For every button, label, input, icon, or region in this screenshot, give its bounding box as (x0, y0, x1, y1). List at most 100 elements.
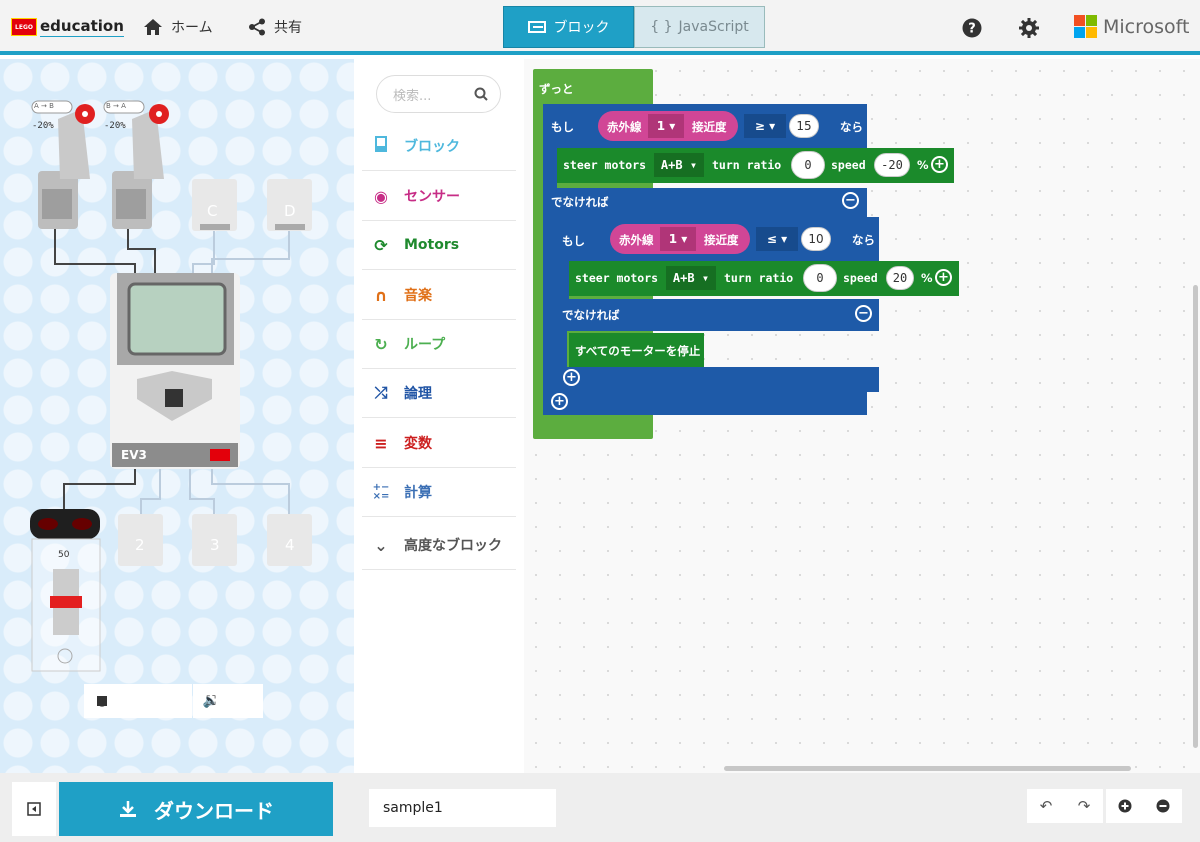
category-sensors[interactable]: ◉ センサー (362, 172, 516, 221)
blocks-category-icon (372, 136, 390, 156)
expand-plus-icon[interactable]: + (935, 269, 952, 286)
port-4-label: 4 (285, 536, 295, 554)
port-dropdown[interactable]: 1 ▾ (660, 227, 696, 251)
category-math[interactable]: +− ×= 計算 (362, 468, 516, 517)
if-keyword: もし (551, 120, 574, 134)
toggle-simulator-button[interactable] (12, 782, 56, 836)
operator-value: ≤ (766, 232, 777, 246)
speed-label: speed (843, 271, 878, 285)
blocks-tab[interactable]: ブロック (503, 6, 634, 48)
share-icon (249, 18, 265, 36)
remove-else-minus-icon[interactable]: − (855, 305, 872, 322)
category-music[interactable]: ∩ 音楽 (362, 271, 516, 320)
category-motors[interactable]: ⟳ Motors (362, 221, 516, 270)
threshold-input[interactable]: 10 (801, 227, 831, 251)
microsoft-label: Microsoft (1103, 15, 1190, 38)
category-label: センサー (404, 189, 460, 205)
category-label: ブロック (404, 139, 460, 155)
category-advanced[interactable]: ⌄ 高度なブロック (362, 521, 516, 570)
motor-ports-dropdown[interactable]: A+B ▾ (666, 266, 716, 290)
math-icon: +− ×= (372, 482, 390, 502)
snail-icon: ◔ (96, 693, 108, 709)
if-block-2-arm (555, 261, 569, 301)
horizontal-scrollbar[interactable] (724, 766, 1131, 771)
category-label: 変数 (404, 436, 432, 452)
else-arm-2 (555, 331, 567, 367)
then-label: なら (852, 233, 875, 247)
list-icon: ≡ (374, 433, 388, 453)
download-icon (120, 801, 136, 817)
toolbox-search[interactable]: 検索... (376, 75, 501, 113)
category-variables[interactable]: ≡ 変数 (362, 419, 516, 468)
home-icon (144, 19, 162, 35)
steer-label: steer motors (563, 158, 647, 172)
collapse-sidebar-icon (27, 802, 41, 816)
else-label: でなければ (562, 308, 620, 322)
motor-a-tag: A → B (34, 102, 54, 110)
sim-controls-left: ⟳ ◔ (84, 684, 192, 718)
zoom-out-button[interactable] (1144, 799, 1182, 813)
sim-controls-right: 🔈 ⛶ (193, 684, 263, 718)
port-d-label: D (284, 202, 296, 220)
help-button[interactable]: ? (962, 18, 982, 42)
simulator-canvas (30, 100, 312, 672)
toolbox: 検索... ブロック ◉ センサー ⟳ Motors ∩ 音楽 ↻ ループ ⤮ … (354, 59, 524, 773)
turn-ratio-input[interactable]: 0 (803, 264, 837, 292)
home-button[interactable]: ホーム (143, 17, 213, 37)
motor-ports-dropdown[interactable]: A+B ▾ (654, 153, 704, 177)
vertical-scrollbar[interactable] (1193, 285, 1198, 748)
add-else-plus-icon[interactable]: + (563, 369, 580, 386)
motor-b-speed: -20% (104, 121, 126, 131)
category-label: 論理 (404, 386, 432, 402)
javascript-tab[interactable]: { } JavaScript (634, 6, 765, 48)
add-else-plus-icon[interactable]: + (551, 393, 568, 410)
if-keyword: もし (562, 234, 585, 248)
else-arm-1 (543, 218, 555, 410)
category-label: 音楽 (404, 288, 432, 304)
speed-label: speed (831, 158, 866, 172)
threshold-input[interactable]: 15 (789, 114, 819, 138)
lego-education-logo[interactable]: LEGO education (11, 17, 124, 37)
share-button[interactable]: 共有 (248, 17, 302, 37)
port-3-label: 3 (210, 536, 220, 554)
zoom-in-icon (1118, 799, 1132, 813)
braces-icon: { } (650, 19, 673, 35)
search-input[interactable]: 検索... (393, 85, 431, 104)
app-header: LEGO education ホーム 共有 ブロック { } JavaScrip… (0, 0, 1200, 55)
redo-button[interactable]: ↷ (1065, 797, 1103, 815)
ev3-brick[interactable] (110, 273, 240, 469)
microsoft-logo[interactable]: Microsoft (1074, 15, 1189, 38)
remove-else-minus-icon[interactable]: − (842, 192, 859, 209)
settings-button[interactable] (1019, 18, 1039, 42)
lego-badge: LEGO (11, 18, 37, 36)
blocks-icon (527, 21, 546, 33)
mode-label: 接近度 (692, 120, 727, 134)
speed-input[interactable]: 20 (886, 266, 914, 290)
download-button[interactable]: ダウンロード (59, 782, 333, 836)
blocks-workspace[interactable]: ずっと もし 赤外線 1 ▾ 接近度 ≥ ▾ 15 なら steer motor… (524, 59, 1200, 773)
slow-motion-button[interactable]: ◔ (84, 684, 120, 718)
operator-dropdown[interactable]: ≤ ▾ (756, 227, 798, 251)
category-loops[interactable]: ↻ ループ (362, 320, 516, 369)
category-logic[interactable]: ⤮ 論理 (362, 369, 516, 418)
share-label: 共有 (274, 20, 302, 36)
category-blocks[interactable]: ブロック (362, 122, 516, 171)
bottom-bar: ダウンロード ↶ ↷ (0, 773, 1200, 842)
speed-input[interactable]: -20 (874, 153, 910, 177)
sensor-label: 赤外線 (607, 120, 642, 134)
zoom-in-button[interactable] (1106, 799, 1144, 813)
port-c-label: C (207, 202, 218, 220)
expand-plus-icon[interactable]: + (931, 156, 948, 173)
microsoft-squares-icon (1074, 15, 1097, 38)
fullscreen-button[interactable]: ⛶ (193, 684, 229, 718)
stop-all-label: すべてのモーターを停止 (575, 344, 701, 358)
if-block-2-footer (555, 367, 879, 392)
undo-button[interactable]: ↶ (1027, 797, 1065, 815)
port-dropdown[interactable]: 1 ▾ (648, 114, 684, 138)
infrared-sensor[interactable] (30, 509, 101, 672)
project-name-input[interactable] (369, 789, 556, 827)
category-label: 計算 (404, 485, 432, 501)
ir-sensor-value: 50 (58, 550, 70, 560)
operator-dropdown[interactable]: ≥ ▾ (744, 114, 786, 138)
turn-ratio-input[interactable]: 0 (791, 151, 825, 179)
